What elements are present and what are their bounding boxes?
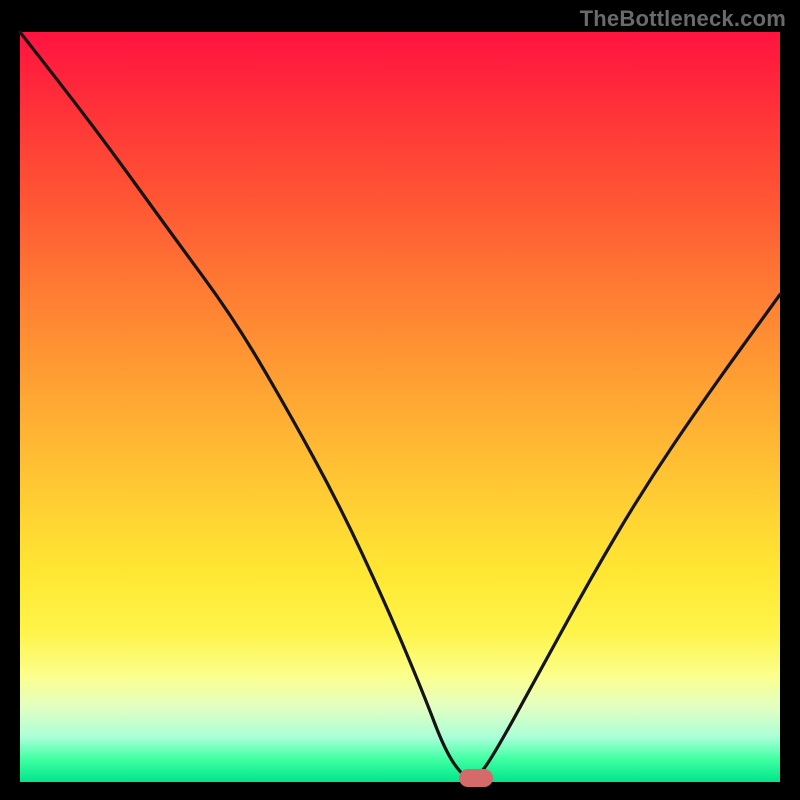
minimum-marker <box>459 769 493 787</box>
plot-area <box>20 32 780 782</box>
chart-frame: TheBottleneck.com <box>0 0 800 800</box>
bottleneck-curve <box>20 32 780 782</box>
bottleneck-curve-path <box>20 32 780 778</box>
watermark-text: TheBottleneck.com <box>580 6 786 32</box>
